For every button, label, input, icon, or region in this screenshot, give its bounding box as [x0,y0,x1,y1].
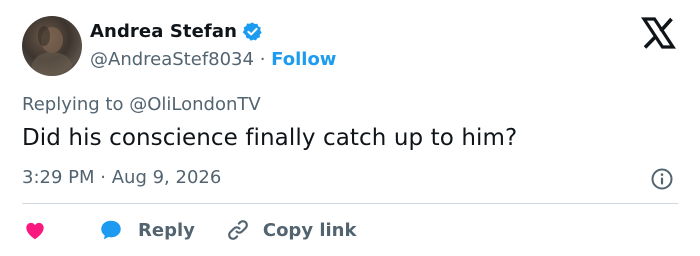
speech-bubble-icon [98,217,124,243]
author-handle[interactable]: @AndreaStef8034 [90,49,254,70]
verified-badge-icon [242,21,263,42]
reply-context-prefix: Replying to [22,94,124,115]
avatar[interactable] [22,16,82,76]
reply-context: Replying to @OliLondonTV [22,94,261,115]
copy-link-label: Copy link [262,219,357,241]
divider [22,203,678,204]
timestamp-time: 3:29 PM [22,167,95,188]
copy-link-button[interactable]: Copy link [225,217,357,243]
x-logo-icon[interactable] [638,16,678,50]
reply-context-mention[interactable]: @OliLondonTV [129,94,260,115]
avatar-image [32,26,72,76]
like-button[interactable] [22,217,48,243]
follow-button[interactable]: Follow [271,49,336,70]
action-bar: Reply Copy link [22,216,356,244]
timestamp[interactable]: 3:29 PM · Aug 9, 2026 [22,167,221,188]
author-name-row: Andrea Stefan [90,21,263,42]
reply-button[interactable]: Reply [98,217,195,243]
author-name[interactable]: Andrea Stefan [90,21,237,42]
separator-dot: · [259,49,266,70]
author-handle-row: @AndreaStef8034 · Follow [90,49,336,70]
timestamp-separator: · [100,167,106,188]
link-icon [225,217,251,243]
heart-icon [22,217,48,243]
tweet-text: Did his conscience finally catch up to h… [22,125,518,151]
reply-button-label: Reply [138,219,195,241]
timestamp-date: Aug 9, 2026 [111,167,222,188]
info-icon[interactable] [650,167,674,191]
